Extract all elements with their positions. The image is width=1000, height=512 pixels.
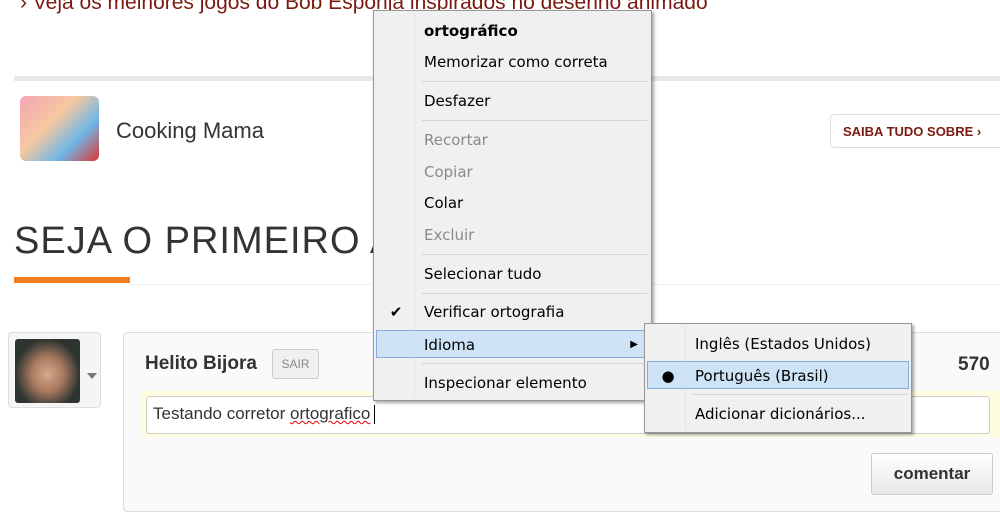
logout-button[interactable]: SAIR: [272, 349, 319, 379]
menu-item-label: Verificar ortografia: [424, 303, 565, 321]
section-title: SEJA O PRIMEIRO A: [14, 220, 397, 262]
menu-separator: [422, 120, 647, 121]
submenu-item-portuguese[interactable]: ● Português (Brasil): [647, 361, 909, 389]
submenu-item-english[interactable]: Inglês (Estados Unidos): [647, 330, 909, 358]
menu-separator: [422, 293, 647, 294]
input-text: Testando corretor: [153, 404, 291, 423]
language-submenu: Inglês (Estados Unidos) ● Português (Bras…: [644, 323, 912, 433]
menu-separator: [693, 394, 907, 395]
char-count: 570: [958, 354, 990, 375]
menu-item-label: Português (Brasil): [695, 367, 829, 385]
menu-item-paste[interactable]: Colar: [376, 189, 649, 217]
menu-separator: [422, 254, 647, 255]
user-avatar-dropdown[interactable]: [8, 332, 101, 408]
menu-item-spellcheck[interactable]: ✔ Verificar ortografia: [376, 298, 649, 326]
user-name: Helito Bijora: [145, 353, 257, 374]
menu-item-language[interactable]: Idioma ▶: [376, 330, 649, 358]
misspelled-word[interactable]: ortografico: [290, 404, 370, 423]
caret-down-icon: [87, 373, 97, 384]
menu-item-add-to-dictionary[interactable]: Memorizar como correta: [376, 48, 649, 76]
title-accent-bar: [14, 277, 130, 283]
radio-bullet-icon: ●: [661, 367, 675, 385]
menu-item-delete: Excluir: [424, 226, 475, 244]
menu-separator: [422, 363, 647, 364]
submit-comment-button[interactable]: comentar: [871, 453, 993, 495]
menu-item-select-all[interactable]: Selecionar tudo: [376, 260, 649, 288]
avatar: [15, 339, 80, 403]
context-menu: ortográfico Memorizar como correta Desfa…: [373, 10, 652, 401]
game-thumbnail[interactable]: [20, 96, 99, 161]
submenu-item-add-dictionaries[interactable]: Adicionar dicionários...: [647, 400, 909, 428]
menu-item-inspect[interactable]: Inspecionar elemento: [376, 369, 649, 397]
text-cursor: [374, 405, 376, 425]
submenu-arrow-icon: ▶: [630, 339, 638, 350]
menu-item-undo[interactable]: Desfazer: [376, 87, 649, 115]
menu-item-copy: Copiar: [424, 163, 473, 181]
menu-item-suggestion[interactable]: ortográfico: [376, 17, 649, 45]
game-name[interactable]: Cooking Mama: [116, 118, 264, 144]
menu-item-cut: Recortar: [424, 131, 488, 149]
menu-item-label: Idioma: [424, 336, 476, 354]
checkmark-icon: ✔: [389, 303, 403, 321]
menu-separator: [422, 81, 647, 82]
saiba-tudo-button[interactable]: SAIBA TUDO SOBRE ›: [830, 114, 1000, 148]
